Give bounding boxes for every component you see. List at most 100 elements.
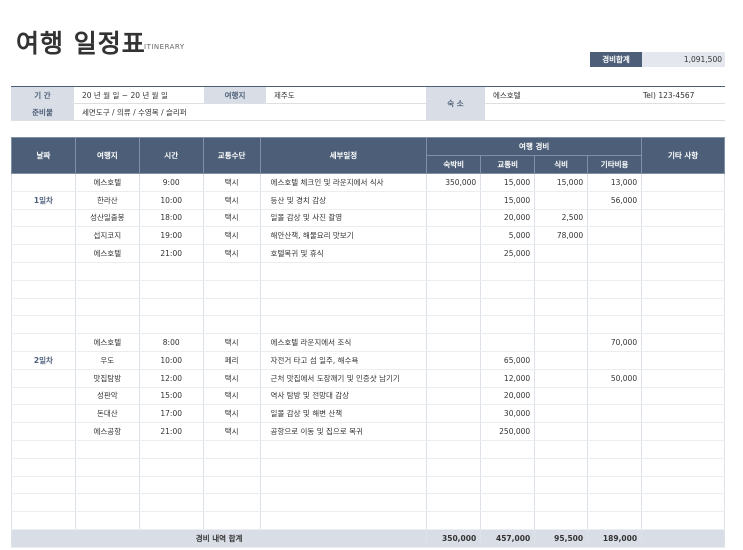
lodging-cost-cell[interactable] bbox=[426, 440, 482, 459]
day-cell[interactable] bbox=[11, 173, 76, 192]
food-cost-cell[interactable] bbox=[534, 351, 589, 370]
other-cost-cell[interactable] bbox=[587, 493, 643, 513]
time-cell[interactable] bbox=[138, 493, 204, 513]
detail-cell[interactable]: 근처 맛집에서 도장깨기 및 인증샷 남기기 bbox=[259, 369, 428, 388]
lodging-cost-cell[interactable] bbox=[426, 458, 482, 477]
note-cell[interactable] bbox=[641, 244, 725, 263]
transport-cell[interactable]: 택시 bbox=[202, 191, 261, 210]
time-cell[interactable]: 21:00 bbox=[138, 244, 204, 263]
traffic-cost-cell[interactable]: 20,000 bbox=[480, 209, 536, 228]
place-cell[interactable]: 성산일출봉 bbox=[74, 209, 140, 228]
lodging-cost-cell[interactable] bbox=[426, 280, 482, 299]
food-cost-cell[interactable] bbox=[534, 458, 589, 477]
traffic-cost-cell[interactable] bbox=[480, 280, 536, 299]
detail-cell[interactable] bbox=[259, 511, 428, 530]
day-cell[interactable] bbox=[11, 476, 76, 495]
food-cost-cell[interactable] bbox=[534, 476, 589, 495]
lodging-cost-cell[interactable] bbox=[426, 244, 482, 263]
note-cell[interactable] bbox=[641, 191, 725, 210]
day-cell[interactable] bbox=[11, 315, 76, 335]
time-cell[interactable] bbox=[138, 262, 204, 281]
traffic-cost-cell[interactable]: 15,000 bbox=[480, 173, 536, 192]
lodging-cost-cell[interactable] bbox=[426, 369, 482, 388]
note-cell[interactable] bbox=[641, 422, 725, 441]
transport-cell[interactable]: 택시 bbox=[202, 387, 261, 406]
day-cell[interactable] bbox=[11, 493, 76, 513]
lodging-cost-cell[interactable] bbox=[426, 493, 482, 513]
time-cell[interactable]: 21:00 bbox=[138, 422, 204, 441]
detail-cell[interactable]: 에스호텔 라운지에서 조식 bbox=[259, 333, 428, 352]
transport-cell[interactable]: 택시 bbox=[202, 244, 261, 263]
time-cell[interactable]: 9:00 bbox=[138, 173, 204, 192]
place-cell[interactable] bbox=[74, 493, 140, 513]
day-cell[interactable]: 2일차 bbox=[11, 351, 76, 370]
transport-cell[interactable]: 택시 bbox=[202, 209, 261, 228]
detail-cell[interactable] bbox=[259, 458, 428, 477]
note-cell[interactable] bbox=[641, 351, 725, 370]
transport-cell[interactable]: 택시 bbox=[202, 226, 261, 246]
food-cost-cell[interactable] bbox=[534, 333, 589, 352]
place-cell[interactable]: 에스호텔 bbox=[74, 173, 140, 192]
place-cell[interactable]: 섭지코지 bbox=[74, 226, 140, 246]
transport-cell[interactable] bbox=[202, 298, 261, 317]
note-cell[interactable] bbox=[641, 173, 725, 192]
period-value[interactable]: 20 년 월 일 ~ 20 년 월 일 bbox=[74, 86, 204, 104]
note-cell[interactable] bbox=[641, 458, 725, 477]
transport-cell[interactable]: 택시 bbox=[202, 173, 261, 192]
time-cell[interactable] bbox=[138, 440, 204, 459]
place-cell[interactable]: 우도 bbox=[74, 351, 140, 370]
other-cost-cell[interactable] bbox=[587, 298, 643, 317]
day-cell[interactable] bbox=[11, 262, 76, 281]
traffic-cost-cell[interactable]: 20,000 bbox=[480, 387, 536, 406]
lodging-cost-cell[interactable] bbox=[426, 422, 482, 441]
note-cell[interactable] bbox=[641, 315, 725, 335]
note-cell[interactable] bbox=[641, 387, 725, 406]
place-cell[interactable] bbox=[74, 511, 140, 530]
other-cost-cell[interactable]: 50,000 bbox=[587, 369, 643, 388]
detail-cell[interactable]: 등산 및 경치 감상 bbox=[259, 191, 428, 210]
other-cost-cell[interactable] bbox=[587, 476, 643, 495]
note-cell[interactable] bbox=[641, 493, 725, 513]
lodging-cost-cell[interactable] bbox=[426, 476, 482, 495]
time-cell[interactable] bbox=[138, 476, 204, 495]
food-cost-cell[interactable] bbox=[534, 440, 589, 459]
time-cell[interactable]: 8:00 bbox=[138, 333, 204, 352]
transport-cell[interactable] bbox=[202, 511, 261, 530]
note-cell[interactable] bbox=[641, 404, 725, 424]
time-cell[interactable]: 18:00 bbox=[138, 209, 204, 228]
traffic-cost-cell[interactable] bbox=[480, 458, 536, 477]
place-cell[interactable]: 한라산 bbox=[74, 191, 140, 210]
day-cell[interactable] bbox=[11, 244, 76, 263]
food-cost-cell[interactable] bbox=[534, 422, 589, 441]
traffic-cost-cell[interactable] bbox=[480, 511, 536, 530]
place-cell[interactable]: 맛집탐방 bbox=[74, 369, 140, 388]
day-cell[interactable] bbox=[11, 369, 76, 388]
lodging-tel[interactable]: Tel) 123-4567 bbox=[635, 86, 725, 104]
transport-cell[interactable] bbox=[202, 440, 261, 459]
detail-cell[interactable]: 자전거 타고 섬 일주, 해수욕 bbox=[259, 351, 428, 370]
time-cell[interactable] bbox=[138, 511, 204, 530]
transport-cell[interactable]: 페리 bbox=[202, 351, 261, 370]
food-cost-cell[interactable] bbox=[534, 511, 589, 530]
day-cell[interactable] bbox=[11, 209, 76, 228]
place-cell[interactable] bbox=[74, 476, 140, 495]
note-cell[interactable] bbox=[641, 262, 725, 281]
destination-value[interactable]: 제주도 bbox=[266, 86, 426, 104]
other-cost-cell[interactable] bbox=[587, 511, 643, 530]
other-cost-cell[interactable] bbox=[587, 226, 643, 246]
lodging-cost-cell[interactable] bbox=[426, 226, 482, 246]
note-cell[interactable] bbox=[641, 280, 725, 299]
other-cost-cell[interactable] bbox=[587, 404, 643, 424]
note-cell[interactable] bbox=[641, 226, 725, 246]
detail-cell[interactable]: 공항으로 이동 및 집으로 복귀 bbox=[259, 422, 428, 441]
note-cell[interactable] bbox=[641, 298, 725, 317]
food-cost-cell[interactable] bbox=[534, 404, 589, 424]
day-cell[interactable] bbox=[11, 422, 76, 441]
note-cell[interactable] bbox=[641, 476, 725, 495]
detail-cell[interactable]: 일몰 감상 및 사진 촬영 bbox=[259, 209, 428, 228]
time-cell[interactable]: 15:00 bbox=[138, 387, 204, 406]
detail-cell[interactable] bbox=[259, 298, 428, 317]
place-cell[interactable]: 에스호텔 bbox=[74, 333, 140, 352]
day-cell[interactable] bbox=[11, 387, 76, 406]
time-cell[interactable]: 19:00 bbox=[138, 226, 204, 246]
